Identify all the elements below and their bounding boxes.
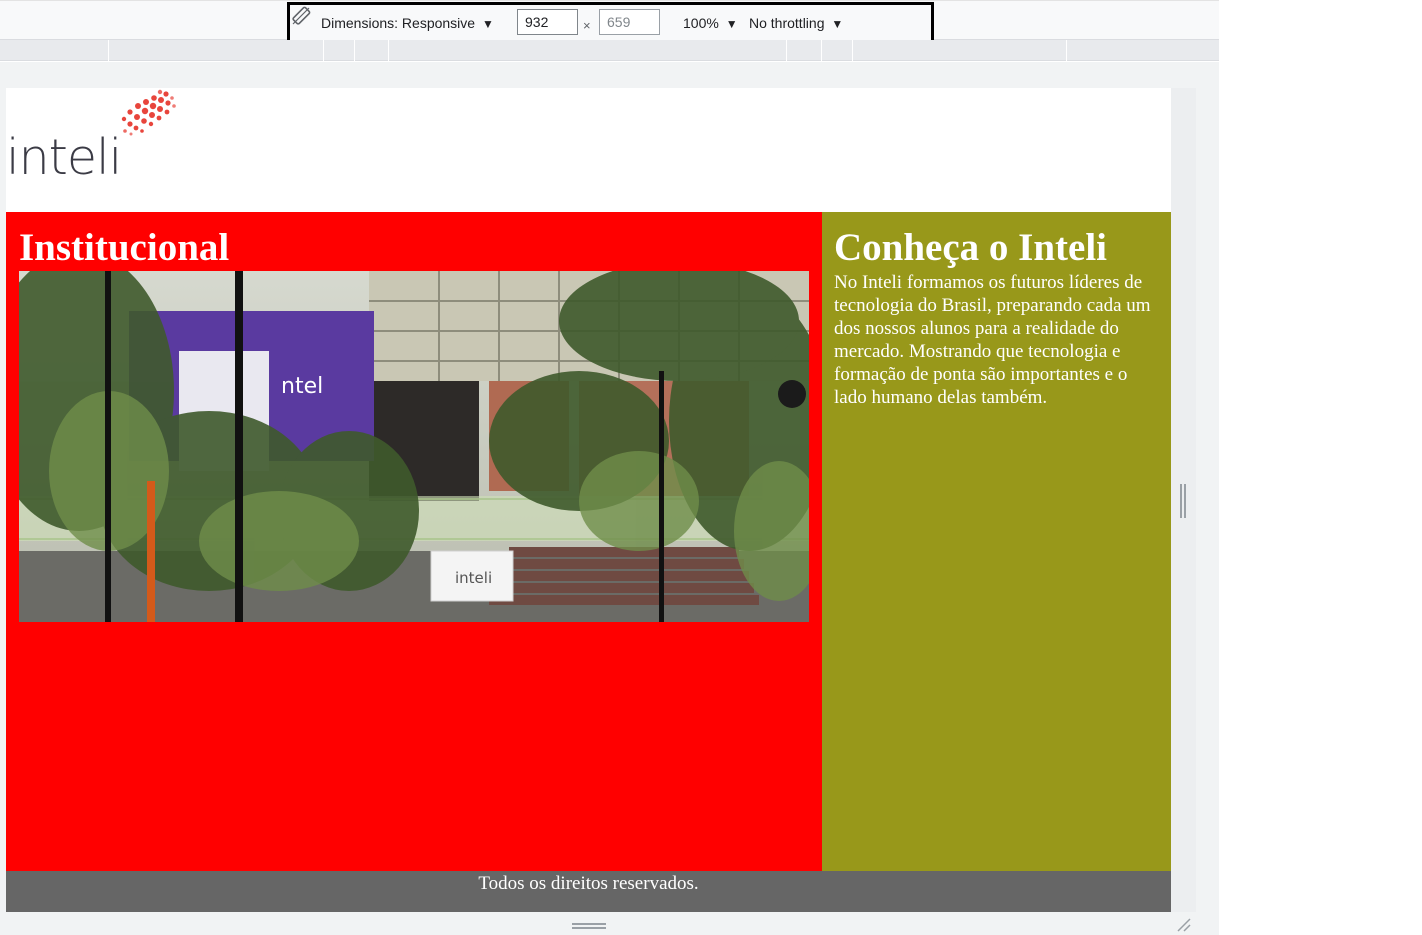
- resize-handle-right-icon[interactable]: [1179, 484, 1187, 518]
- media-query-ruler: [0, 40, 1219, 61]
- zoom-label: 100%: [683, 15, 719, 31]
- page-footer: Todos os direitos reservados.: [6, 871, 1171, 912]
- campus-photo: ntel inteli: [19, 271, 809, 622]
- times-sign: ×: [583, 18, 591, 33]
- rotate-icon[interactable]: [290, 5, 312, 27]
- photo-sign-text: inteli: [455, 569, 492, 587]
- throttling-label: No throttling: [749, 15, 825, 31]
- conheca-title: Conheça o Inteli: [834, 226, 1107, 269]
- device-toolbar-controls: Dimensions: Responsive ▼ 932 × 659 100% …: [287, 2, 934, 45]
- conheca-section: Conheça o Inteli No Inteli formamos os f…: [822, 212, 1171, 871]
- inteli-logo[interactable]: inteli: [6, 88, 176, 183]
- emulated-page: inteli Institucional ntel inteli Conheça…: [6, 88, 1171, 912]
- dimensions-dropdown[interactable]: Dimensions: Responsive ▼: [321, 13, 494, 34]
- banner-text: ntel: [281, 374, 323, 399]
- zoom-dropdown[interactable]: 100% ▼: [683, 13, 738, 34]
- resize-handle-corner-icon[interactable]: [1176, 918, 1192, 932]
- resize-handle-bottom-icon[interactable]: [572, 922, 606, 930]
- chevron-down-icon: ▼: [725, 17, 738, 31]
- dimensions-label: Dimensions: Responsive: [321, 15, 476, 31]
- institucional-section: Institucional ntel inteli: [6, 212, 822, 871]
- footer-text: Todos os direitos reservados.: [478, 873, 699, 894]
- institucional-title: Institucional: [19, 226, 230, 269]
- logo-dots-icon: [121, 89, 176, 136]
- chevron-down-icon: ▼: [831, 17, 844, 31]
- width-input[interactable]: 932: [517, 9, 578, 35]
- chevron-down-icon: ▼: [481, 17, 494, 31]
- throttling-dropdown[interactable]: No throttling ▼: [749, 13, 843, 34]
- height-input[interactable]: 659: [599, 9, 660, 35]
- conheca-text: No Inteli formamos os futuros líderes de…: [834, 272, 1151, 408]
- logo-text: inteli: [6, 129, 122, 186]
